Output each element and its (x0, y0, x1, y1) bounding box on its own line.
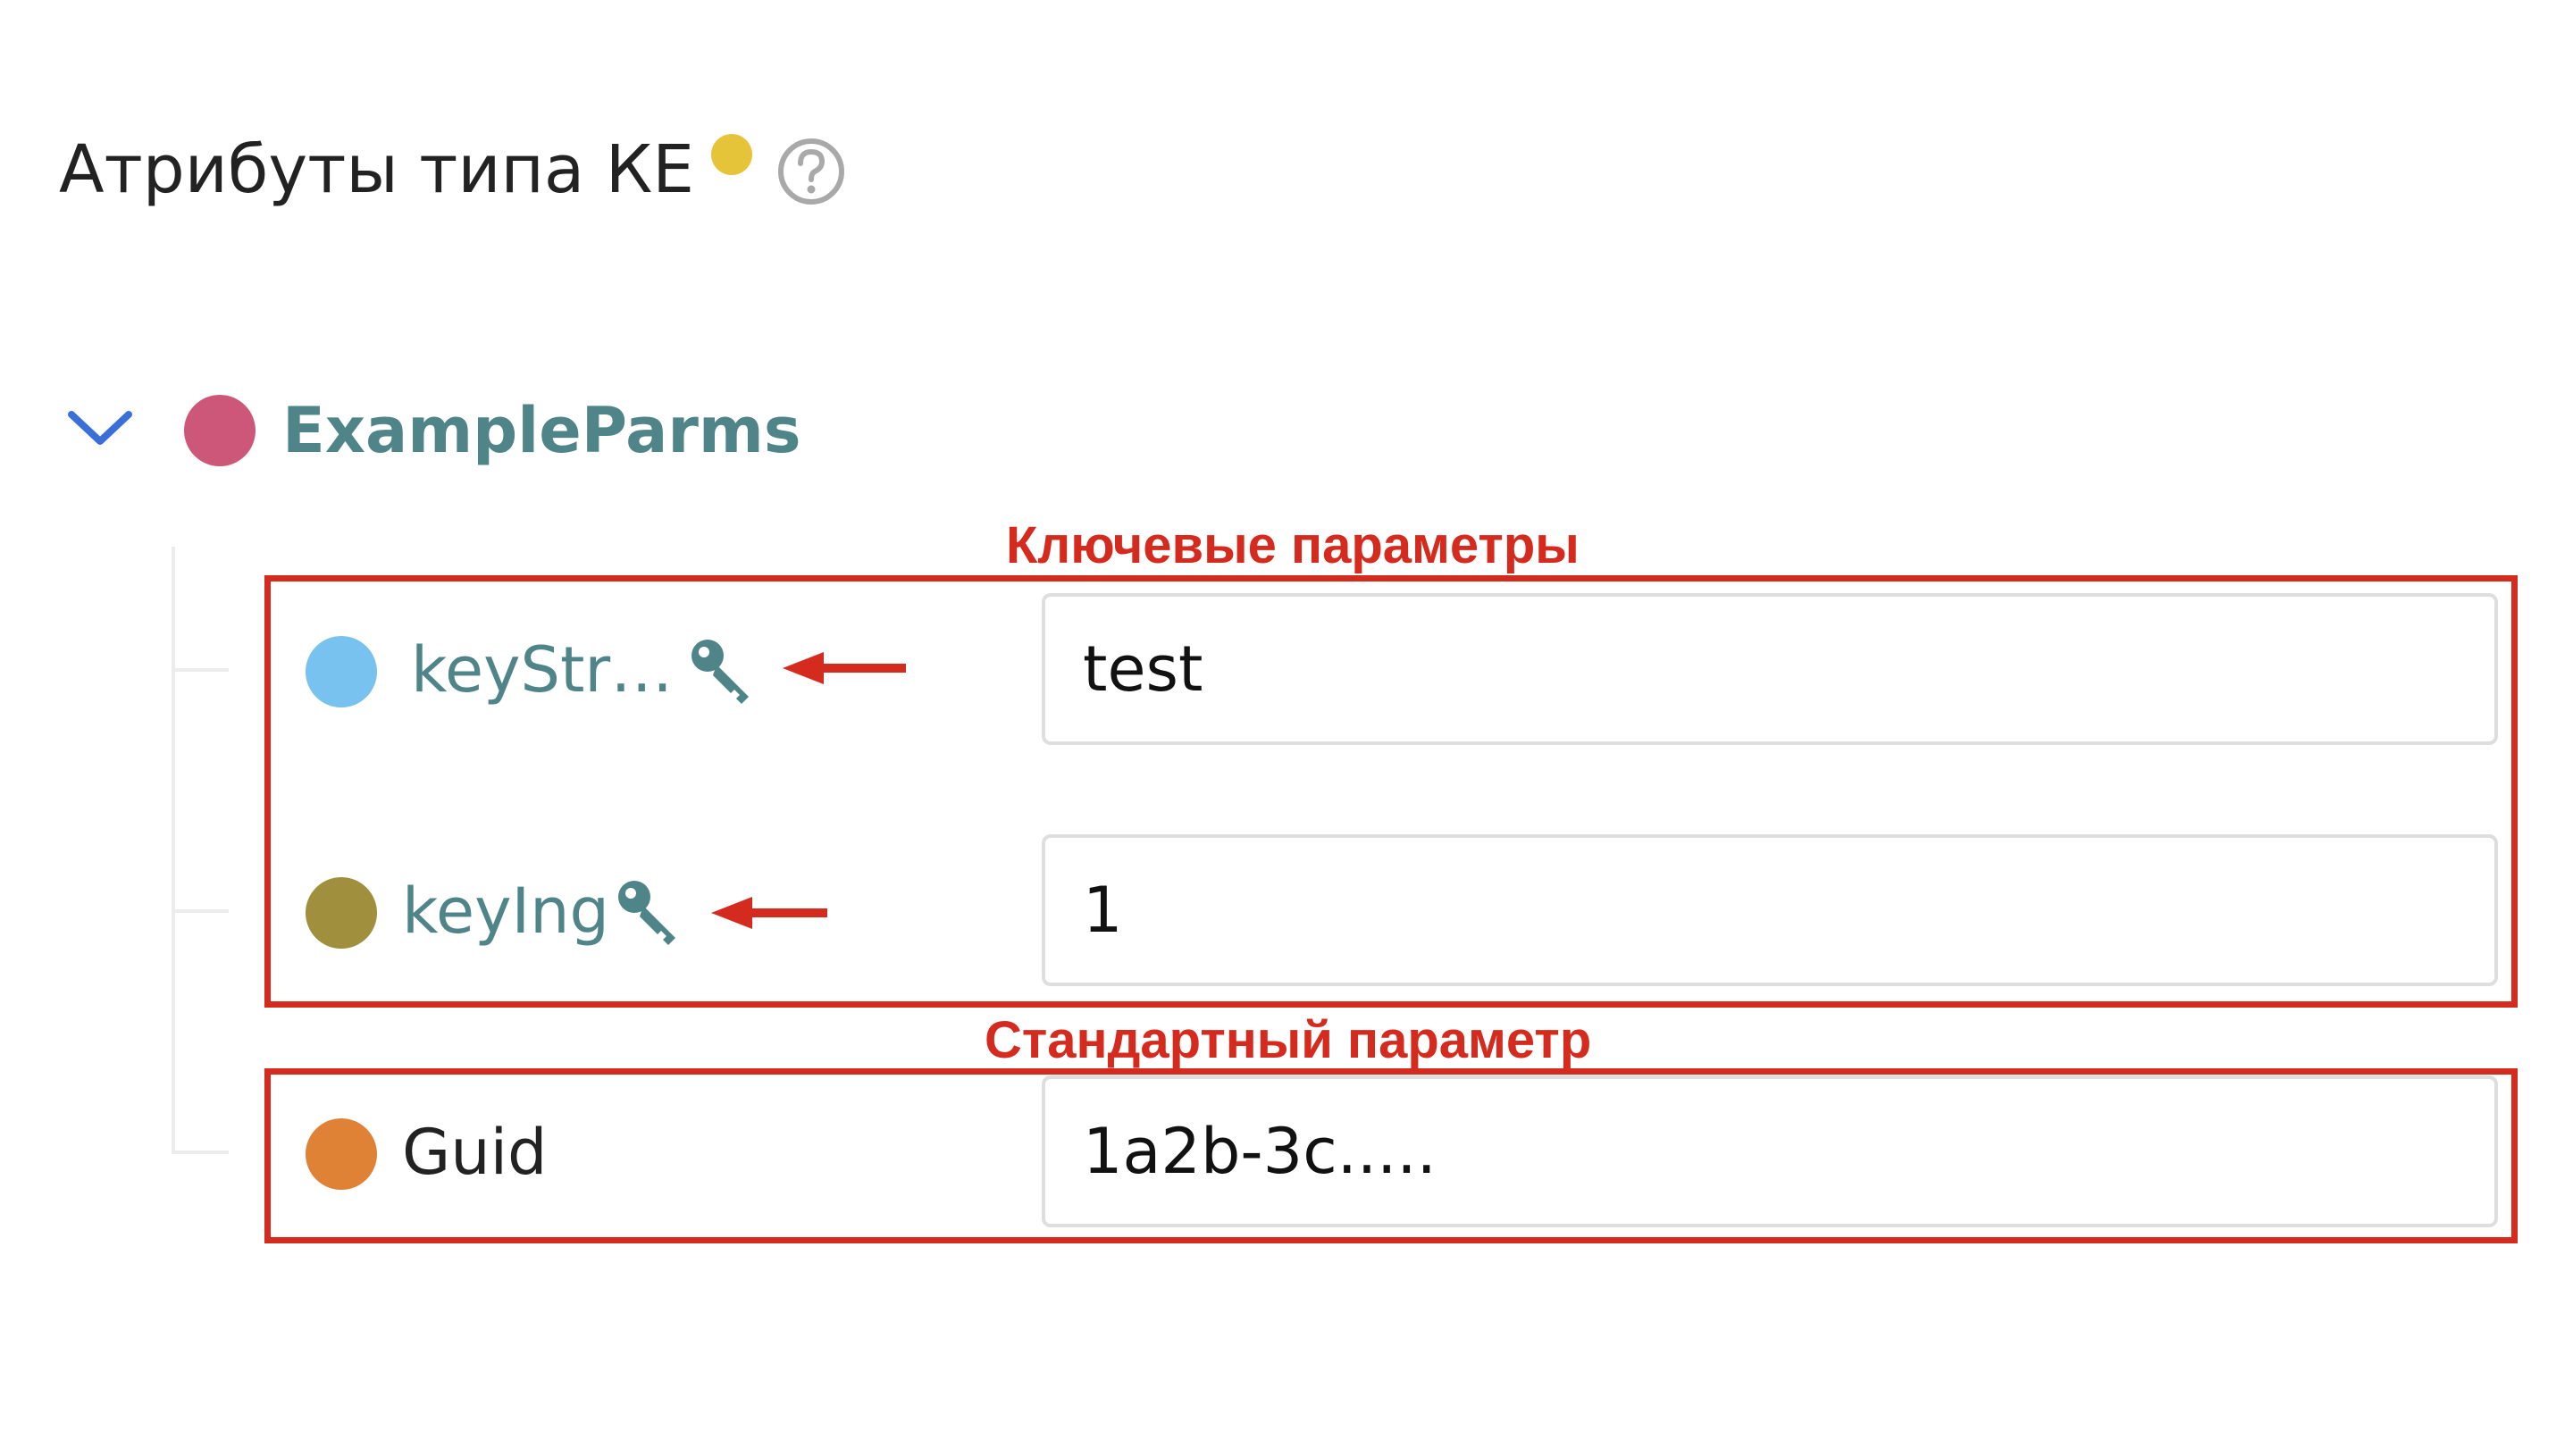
standard-param-highlight-box (264, 1068, 2518, 1243)
group-color-dot (184, 395, 256, 466)
tree-connector-branch (172, 909, 229, 913)
standard-param-annotation: Стандартный параметр (985, 1011, 1592, 1069)
page-title: Атрибуты типа КЕ (59, 131, 695, 208)
tree-connector-vertical (172, 547, 175, 1154)
chevron-down-icon[interactable] (64, 402, 136, 456)
tree-connector-branch (172, 1151, 229, 1154)
status-indicator-dot (711, 134, 752, 175)
key-params-highlight-box (264, 575, 2518, 1008)
key-params-annotation: Ключевые параметры (1006, 516, 1580, 574)
question-circle-icon[interactable] (775, 136, 847, 207)
tree-connector-branch (172, 668, 229, 672)
group-label[interactable]: ExampleParms (282, 386, 801, 475)
